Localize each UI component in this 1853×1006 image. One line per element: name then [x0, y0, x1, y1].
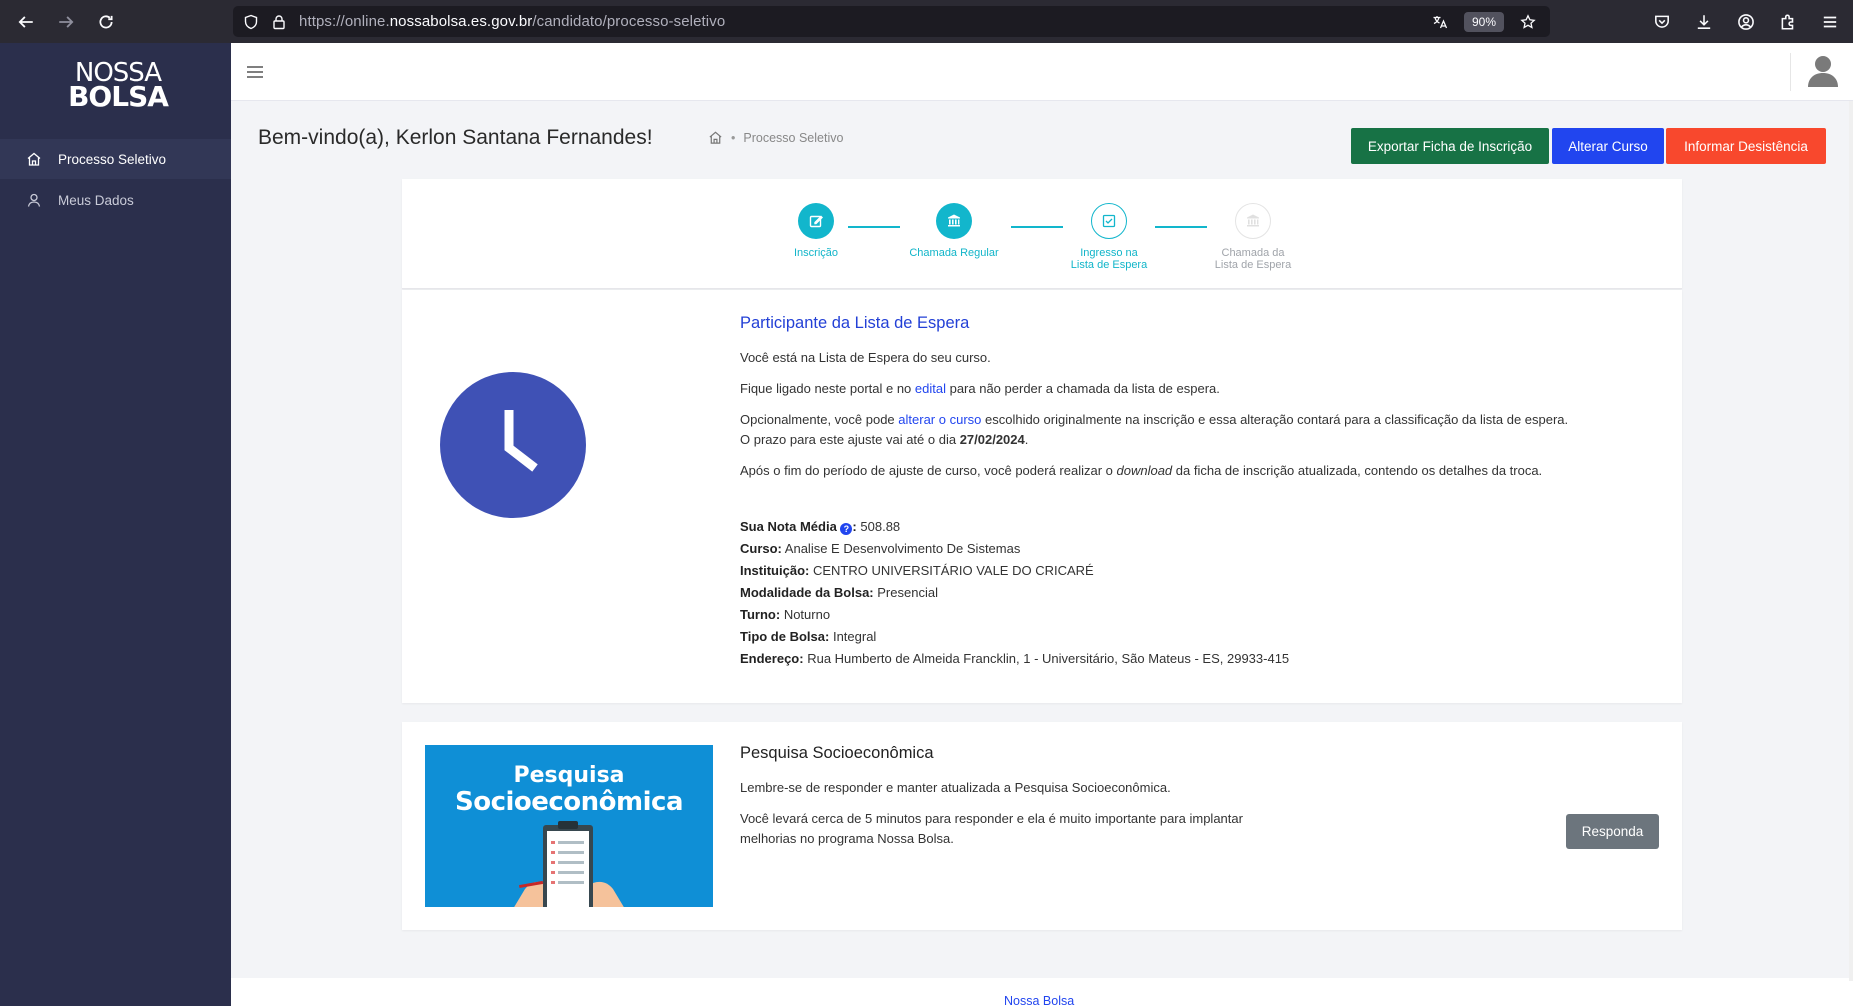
url-text[interactable]: https://online.nossabolsa.es.gov.br/cand… [299, 13, 725, 30]
survey-banner-image: Pesquisa Socioeconômica [425, 745, 713, 907]
check-square-icon [1091, 203, 1127, 239]
step-label: Lista de Espera [1070, 259, 1148, 271]
survey-text-1: Lembre-se de responder e manter atualiza… [740, 780, 1171, 795]
user-avatar-icon[interactable] [1805, 53, 1841, 89]
change-course-link[interactable]: alterar o curso [898, 412, 981, 427]
nossa-bolsa-logo[interactable]: NOSSA BOLSA [68, 60, 169, 111]
user-icon [27, 193, 41, 207]
step-label: Lista de Espera [1214, 259, 1292, 271]
institution-field: Instituição: CENTRO UNIVERSITÁRIO VALE D… [740, 563, 1094, 578]
pocket-icon[interactable] [1645, 4, 1679, 40]
step-label: Ingresso na [1080, 247, 1138, 259]
course-field: Curso: Analise E Desenvolvimento De Sist… [740, 541, 1021, 556]
process-stepper: Inscrição Chamada Regular Ingresso na Li… [402, 179, 1682, 289]
page-footer: Nossa Bolsa [231, 978, 1853, 1006]
step-label: Chamada da [1221, 247, 1285, 259]
scholarship-type-field: Tipo de Bolsa: Integral [740, 629, 877, 644]
withdraw-button[interactable]: Informar Desistência [1666, 128, 1826, 164]
footer-nossa-bolsa-link[interactable]: Nossa Bolsa [1004, 994, 1074, 1006]
bank-icon [1235, 203, 1271, 239]
sidebar-item-label: Processo Seletivo [58, 151, 167, 167]
address-field: Endereço: Rua Humberto de Almeida Franck… [740, 651, 1290, 666]
forward-button[interactable] [48, 4, 84, 40]
home-icon[interactable] [708, 130, 723, 145]
lock-icon[interactable] [265, 6, 293, 37]
step-ingresso-lista: Ingresso na Lista de Espera [1049, 203, 1169, 271]
page-scrollbar[interactable] [1849, 101, 1853, 981]
clipboard-icon [514, 821, 624, 907]
browser-toolbar: https://online.nossabolsa.es.gov.br/cand… [0, 0, 1853, 43]
step-inscricao: Inscrição [756, 203, 876, 259]
shift-field: Turno: Noturno [740, 607, 831, 622]
breadcrumb: • Processo Seletivo [708, 130, 843, 145]
waitlist-text-1: Você está na Lista de Espera do seu curs… [740, 350, 991, 365]
survey-card: Pesquisa Socioeconômica Pesquisa Socioec… [402, 722, 1682, 930]
waitlist-info-card: Participante da Lista de Espera Você est… [402, 290, 1682, 703]
sidebar-item-label: Meus Dados [58, 192, 134, 208]
breadcrumb-separator: • [731, 130, 736, 145]
waitlist-text-3: Opcionalmente, você pode alterar o curso… [740, 412, 1569, 447]
reload-button[interactable] [88, 4, 124, 40]
step-label: Chamada Regular [909, 247, 999, 259]
waitlist-text-4: Após o fim do período de ajuste de curso… [740, 463, 1543, 478]
survey-text-2: Você levará cerca de 5 minutos para resp… [740, 811, 1243, 846]
bookmark-star-icon[interactable] [1514, 6, 1542, 37]
help-icon[interactable]: ? [840, 523, 853, 535]
back-button[interactable] [8, 4, 44, 40]
extensions-icon[interactable] [1771, 4, 1805, 40]
menu-icon[interactable] [1813, 4, 1847, 40]
shield-icon[interactable] [237, 6, 265, 37]
app-header [231, 43, 1853, 101]
step-connector [848, 226, 900, 228]
zoom-level[interactable]: 90% [1463, 11, 1504, 32]
respond-survey-button[interactable]: Responda [1566, 814, 1659, 849]
sidebar-item-meus-dados[interactable]: Meus Dados [0, 180, 231, 220]
breadcrumb-current: Processo Seletivo [743, 130, 844, 145]
step-chamada-lista: Chamada da Lista de Espera [1193, 203, 1313, 271]
change-course-button[interactable]: Alterar Curso [1552, 128, 1664, 164]
download-icon[interactable] [1687, 4, 1721, 40]
header-divider [1790, 53, 1791, 91]
deadline-date: 27/02/2024 [959, 432, 1025, 447]
hamburger-menu-icon[interactable] [245, 62, 265, 82]
average-score-field: Sua Nota Média ?: 508.88 [740, 519, 901, 535]
address-bar[interactable]: https://online.nossabolsa.es.gov.br/cand… [233, 6, 1550, 37]
account-icon[interactable] [1729, 4, 1763, 40]
page-title: Bem-vindo(a), Kerlon Santana Fernandes! [258, 126, 653, 149]
step-chamada-regular: Chamada Regular [894, 203, 1014, 259]
edit-icon [798, 203, 834, 239]
survey-title: Pesquisa Socioeconômica [740, 744, 934, 762]
translate-icon[interactable] [1426, 6, 1454, 37]
edital-link[interactable]: edital [915, 381, 946, 396]
clock-icon [440, 372, 586, 518]
bank-icon [936, 203, 972, 239]
waitlist-title: Participante da Lista de Espera [740, 314, 970, 332]
sidebar-item-processo-seletivo[interactable]: Processo Seletivo [0, 139, 231, 179]
waitlist-text-2: Fique ligado neste portal e no edital pa… [740, 381, 1220, 396]
modality-field: Modalidade da Bolsa: Presencial [740, 585, 938, 600]
home-icon [27, 152, 41, 166]
export-registration-button[interactable]: Exportar Ficha de Inscrição [1351, 128, 1549, 164]
step-label: Inscrição [793, 247, 839, 259]
sidebar: NOSSA BOLSA Processo Seletivo Meus Dados [0, 43, 231, 1006]
